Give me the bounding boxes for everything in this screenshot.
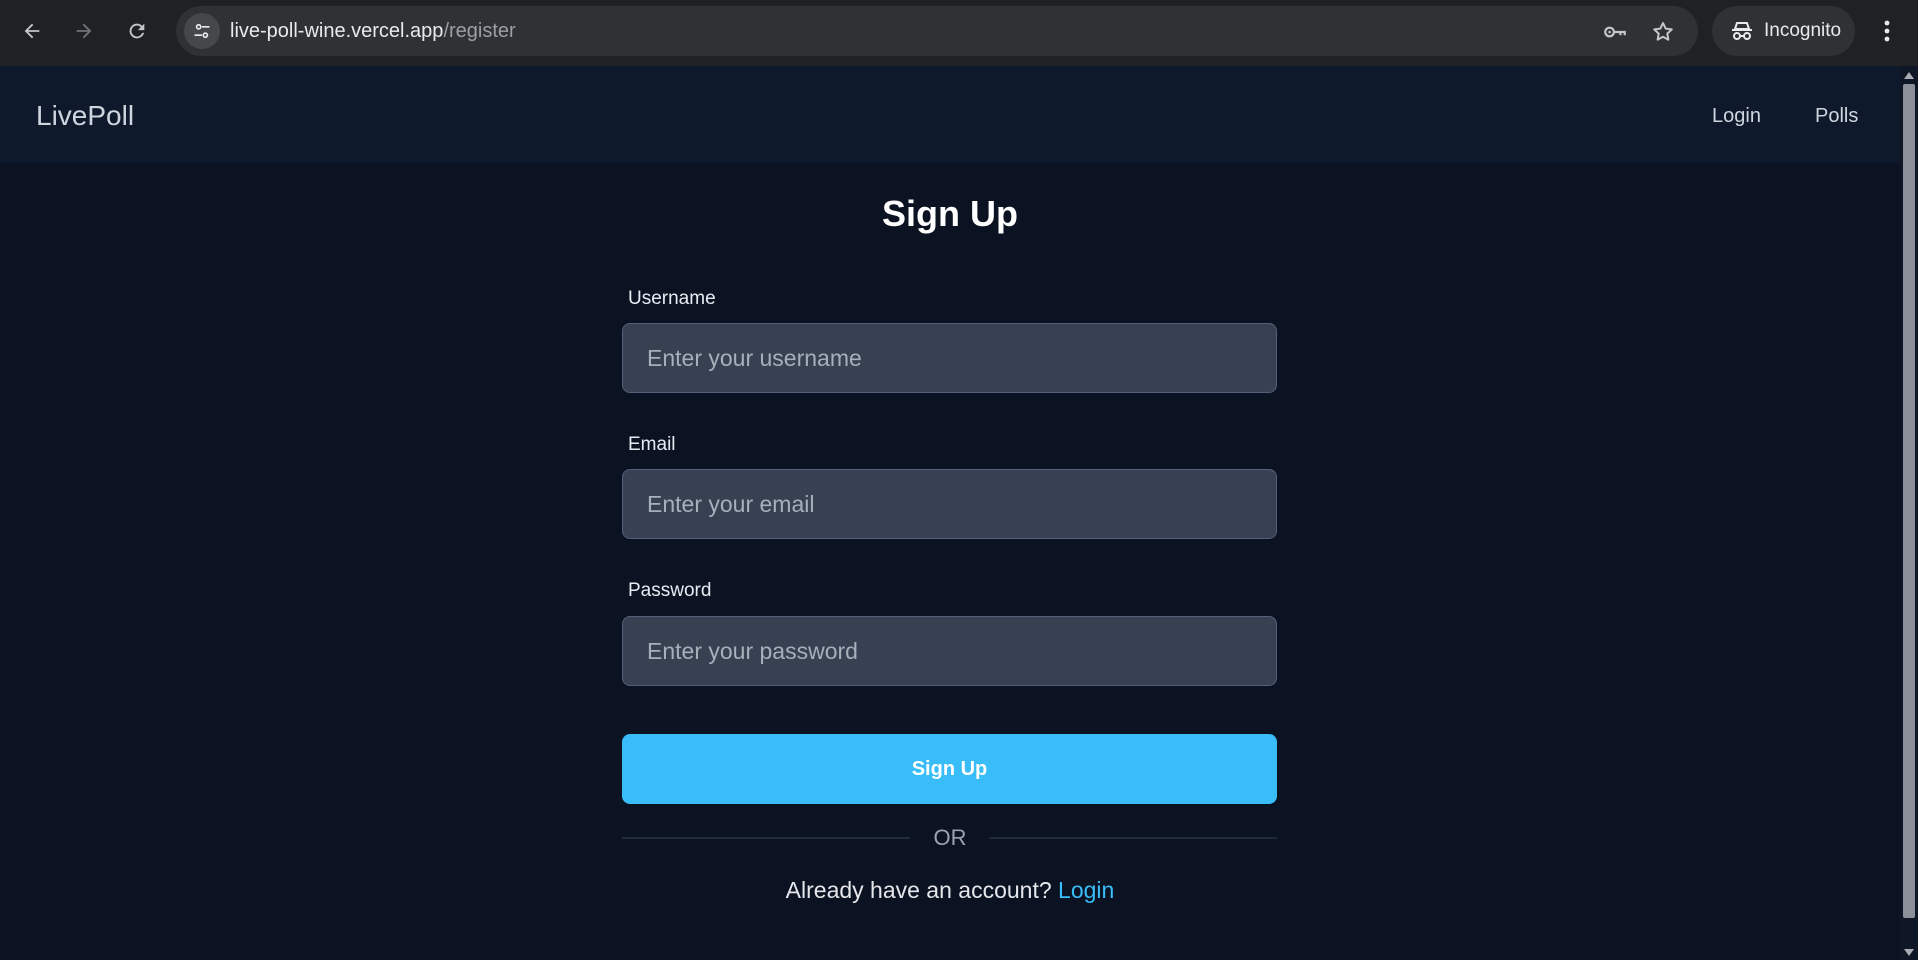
more-vert-icon (1884, 20, 1890, 42)
app-navbar: LivePoll Login Polls (0, 66, 1900, 163)
scrollbar-thumb[interactable] (1903, 84, 1915, 918)
username-input[interactable] (622, 323, 1277, 393)
incognito-badge[interactable]: Incognito (1712, 6, 1855, 56)
brand-logo[interactable]: LivePoll (36, 100, 134, 132)
bookmark-button[interactable] (1650, 19, 1676, 45)
scroll-down-icon[interactable] (1904, 949, 1914, 956)
back-arrow-icon (24, 23, 40, 39)
url-text[interactable]: live-poll-wine.vercel.app/register (230, 20, 516, 43)
nav-link-polls[interactable]: Polls (1815, 105, 1858, 128)
url-path: /register (443, 20, 516, 42)
reload-icon (129, 23, 145, 39)
password-label: Password (628, 580, 712, 601)
forward-arrow-icon (76, 23, 92, 39)
reload-button[interactable] (118, 12, 156, 50)
browser-menu-button[interactable] (1872, 14, 1902, 48)
email-label: Email (628, 434, 676, 455)
divider-right (989, 837, 1277, 839)
url-host: live-poll-wine.vercel.app (230, 20, 444, 42)
site-info-button[interactable] (184, 13, 220, 49)
key-icon (1604, 26, 1626, 38)
page-scrollbar[interactable] (1900, 66, 1918, 960)
nav-link-login[interactable]: Login (1712, 105, 1761, 128)
browser-toolbar: live-poll-wine.vercel.app/register Incog… (0, 0, 1918, 66)
incognito-label: Incognito (1764, 20, 1842, 41)
password-key-button[interactable] (1602, 19, 1628, 45)
page-title: Sign Up (882, 193, 1018, 234)
username-label: Username (628, 288, 716, 309)
incognito-icon (1732, 22, 1752, 40)
password-input[interactable] (622, 616, 1277, 686)
divider-or-text: OR (933, 825, 967, 850)
back-button[interactable] (13, 12, 51, 50)
site-info-icon (194, 23, 210, 39)
page-viewport: LivePoll Login Polls Sign Up Username Em… (0, 66, 1900, 960)
star-icon (1653, 22, 1673, 41)
email-input[interactable] (622, 469, 1277, 539)
login-link[interactable]: Login (1058, 877, 1114, 903)
login-prompt: Already have an account? Login (0, 877, 1900, 904)
login-prompt-text: Already have an account? (785, 877, 1052, 903)
forward-button[interactable] (65, 12, 103, 50)
scroll-up-icon[interactable] (1904, 72, 1914, 79)
address-bar[interactable]: live-poll-wine.vercel.app/register (176, 6, 1698, 56)
sign-up-button[interactable]: Sign Up (622, 734, 1277, 804)
